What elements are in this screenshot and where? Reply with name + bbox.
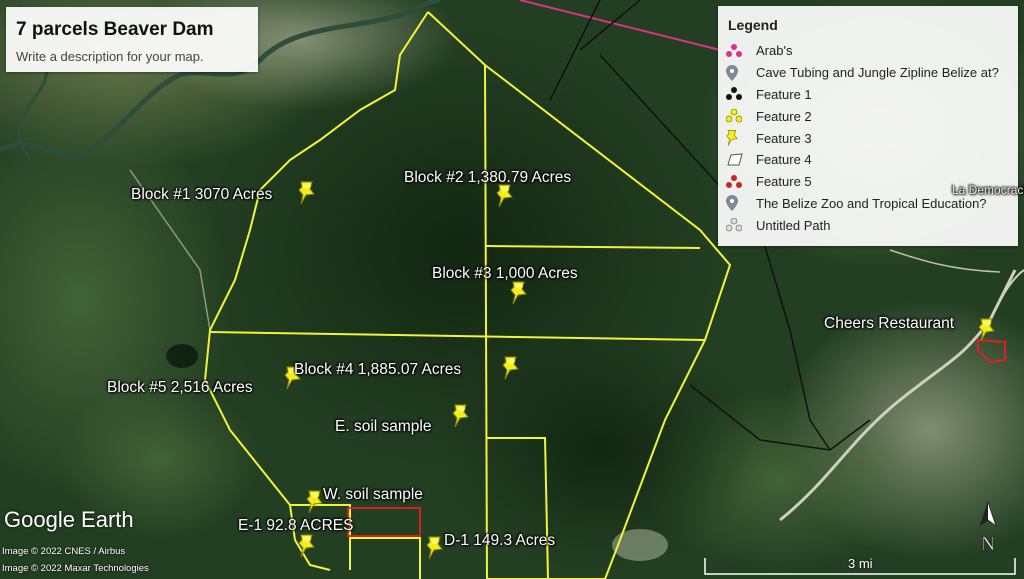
gray-pin-icon [726,64,756,81]
placemark-label-cheers[interactable]: Cheers Restaurant [824,315,954,333]
placemark-label-block2[interactable]: Block #2 1,380.79 Acres [404,169,571,187]
map-title: 7 parcels Beaver Dam [16,19,214,40]
red-cluster-icon [726,174,756,189]
legend-label: Arab's [756,43,793,59]
placemark-label-e1[interactable]: E-1 92.8 ACRES [238,517,353,535]
black-cluster-icon [726,87,756,101]
north-arrow-icon[interactable]: N [976,500,1000,560]
north-label: N [981,533,995,555]
gray-cluster-icon [726,218,756,232]
placemark-label-block4[interactable]: Block #4 1,885.07 Acres [294,361,461,379]
legend-label: Feature 5 [756,174,812,190]
legend-panel: Legend Arab's Cave Tubing and Jungle Zip… [718,6,1018,246]
image-credit: Image © 2022 CNES / Airbus [2,546,126,557]
placemark-label-w-soil[interactable]: W. soil sample [323,486,423,504]
legend-label: Feature 2 [756,108,812,124]
map-title-card[interactable]: 7 parcels Beaver Dam Write a description… [6,7,258,72]
scale-label: 3 mi [848,556,873,571]
legend-item[interactable]: Feature 4 [726,149,999,171]
legend-label: Feature 1 [756,86,812,102]
legend-label: Untitled Path [756,217,831,233]
placemark-label-e-soil[interactable]: E. soil sample [335,418,431,436]
legend-item[interactable]: Arab's [726,40,999,62]
placemark-label-block1[interactable]: Block #1 3070 Acres [131,186,272,204]
legend-heading: Legend [728,17,778,33]
place-label: La Democracia [952,183,1024,197]
image-credit: Image © 2022 Maxar Technologies [2,563,149,574]
placemark-label-d1[interactable]: D-1 149.3 Acres [444,532,555,550]
legend-label: The Belize Zoo and Tropical Education? [756,195,987,211]
legend-label: Feature 3 [756,130,812,146]
legend-item[interactable]: Feature 2 [726,105,999,127]
legend-item[interactable]: Untitled Path [726,214,999,236]
yellow-cluster-icon [726,109,756,123]
placemark-label-block3[interactable]: Block #3 1,000 Acres [432,265,578,283]
polygon-icon [726,153,756,167]
yellow-pushpin-icon [726,129,756,147]
terrain-patch [166,344,198,368]
legend-label: Cave Tubing and Jungle Zipline Belize at… [756,65,999,81]
map-description[interactable]: Write a description for your map. [16,49,204,64]
legend-item[interactable]: Cave Tubing and Jungle Zipline Belize at… [726,62,999,84]
pink-cluster-icon [726,43,756,58]
legend-item[interactable]: Feature 1 [726,84,999,106]
legend-item[interactable]: Feature 3 [726,127,999,149]
legend-label: Feature 4 [756,152,812,168]
google-earth-logo: Google Earth [4,507,134,532]
terrain-patch [612,529,668,561]
placemark-label-block5[interactable]: Block #5 2,516 Acres [107,379,253,397]
gray-pin-icon [726,195,756,212]
